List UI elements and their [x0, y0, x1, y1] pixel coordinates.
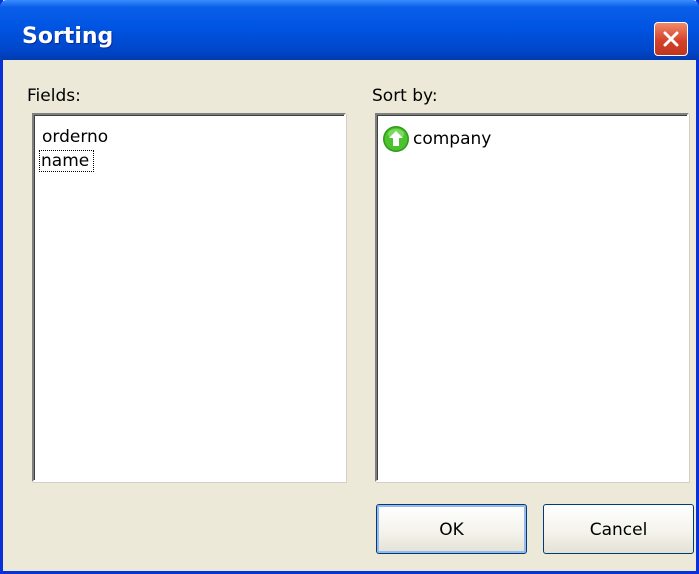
close-button[interactable]	[654, 22, 688, 56]
title-bar[interactable]: Sorting	[0, 0, 699, 60]
sort-by-item-label: company	[413, 129, 492, 149]
fields-label: Fields:	[27, 86, 81, 106]
cancel-button-label: Cancel	[589, 520, 648, 540]
fields-item-orderno[interactable]: orderno	[42, 127, 108, 147]
fields-list[interactable]: orderno name	[32, 113, 346, 482]
sort-by-label: Sort by:	[372, 86, 438, 106]
cancel-button[interactable]: Cancel	[543, 504, 694, 554]
fields-item-name[interactable]: name	[38, 150, 95, 172]
dialog-title: Sorting	[22, 24, 114, 49]
arrow-up-circle-icon[interactable]	[382, 125, 410, 153]
sorting-dialog: Sorting Fields: orderno name Sort by: co…	[0, 0, 699, 574]
ok-button[interactable]: OK	[376, 504, 527, 554]
ok-button-label: OK	[439, 520, 464, 540]
sort-by-list[interactable]: company	[375, 113, 689, 482]
close-icon	[663, 31, 679, 47]
